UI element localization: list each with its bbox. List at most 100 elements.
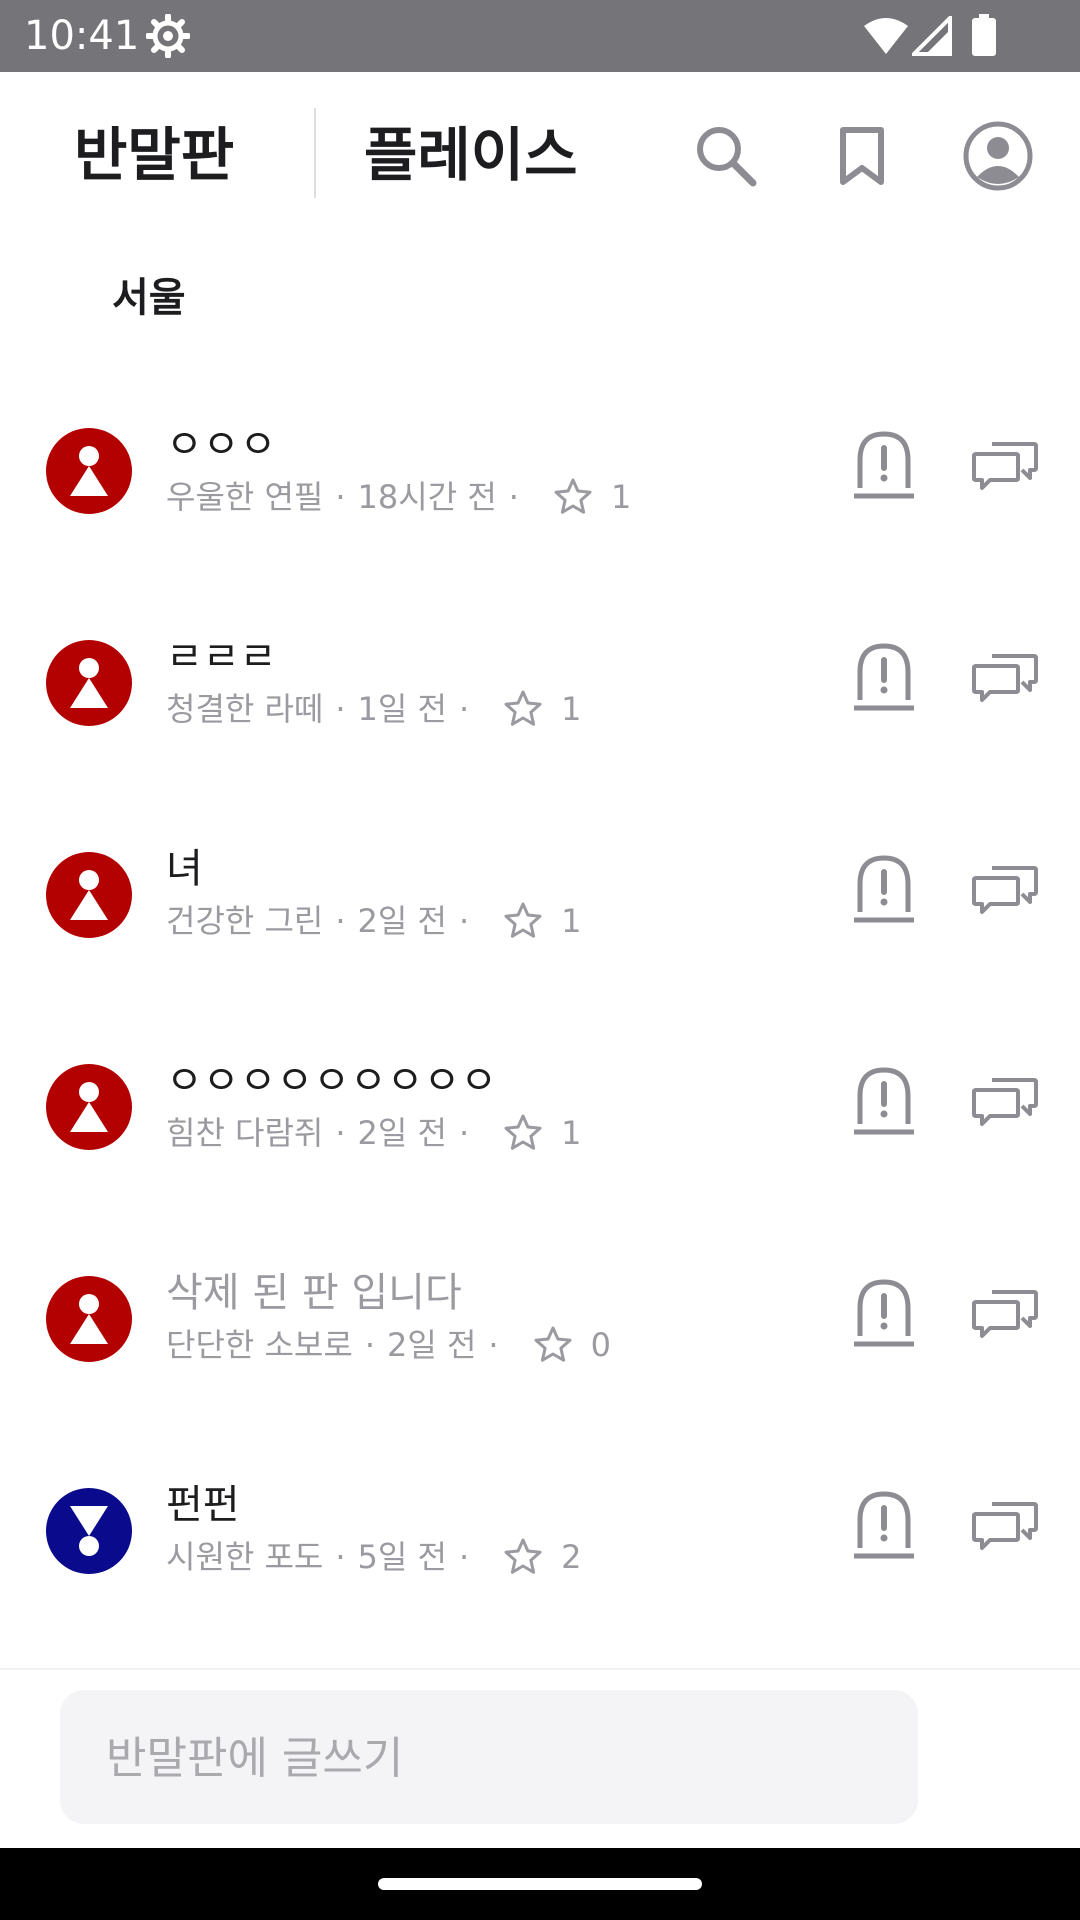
post-meta: 우울한 연필 · 18시간 전 · 1 [166, 472, 631, 522]
search-button[interactable] [690, 120, 762, 192]
post-item[interactable]: 삭제 된 판 입니다 단단한 소보로 · 2일 전 · 0 [0, 1240, 1080, 1452]
report-siren-icon [854, 1279, 914, 1347]
system-nav-bar [0, 1848, 1080, 1920]
chat-bubbles-icon [972, 654, 1038, 702]
star-icon [504, 690, 542, 726]
search-icon [697, 127, 757, 187]
post-time: 2일 전 [357, 1114, 447, 1152]
tab-place[interactable]: 플레이스 [364, 120, 577, 190]
meta-separator: · [458, 690, 470, 728]
post-author: 힘찬 다람쥐 [166, 1114, 324, 1152]
chat-bubbles-icon [972, 1078, 1038, 1126]
report-siren-icon [854, 643, 914, 711]
avatar[interactable] [46, 1276, 132, 1362]
avatar-up-icon [46, 640, 132, 726]
comment-button[interactable] [970, 646, 1040, 706]
meta-separator: · [458, 902, 470, 940]
post-meta: 건강한 그린 · 2일 전 · 1 [166, 896, 582, 946]
post-time: 18시간 전 [357, 478, 497, 516]
avatar-up-icon [46, 852, 132, 938]
chat-bubbles-icon [972, 442, 1038, 490]
report-button[interactable] [852, 1486, 916, 1562]
chat-bubbles-icon [972, 1290, 1038, 1338]
post-title[interactable]: ㅇㅇㅇㅇㅇㅇㅇㅇㅇ [166, 1054, 497, 1108]
post-title[interactable]: ㅇㅇㅇ [166, 418, 276, 472]
avatar-up-icon [46, 1064, 132, 1150]
star-icon [504, 1538, 542, 1574]
wifi-icon [864, 18, 908, 54]
post-author: 청결한 라떼 [166, 690, 324, 728]
tab-divider [314, 108, 316, 198]
star-icon [504, 1114, 542, 1150]
report-button[interactable] [852, 850, 916, 926]
report-siren-icon [854, 431, 914, 499]
post-time: 1일 전 [357, 690, 447, 728]
comment-button[interactable] [970, 1070, 1040, 1130]
report-siren-icon [854, 855, 914, 923]
post-item[interactable]: 펀펀 시원한 포도 · 5일 전 · 2 [0, 1452, 1080, 1664]
avatar-up-icon [46, 428, 132, 514]
home-handle[interactable] [378, 1878, 702, 1890]
compose-input[interactable] [104, 1690, 908, 1826]
meta-separator: · [488, 1326, 499, 1364]
divider [0, 1668, 1080, 1670]
post-item[interactable]: ㄹㄹㄹ 청결한 라떼 · 1일 전 · 1 [0, 604, 1080, 816]
post-title[interactable]: 녀 [166, 842, 203, 896]
post-meta: 힘찬 다람쥐 · 2일 전 · 1 [166, 1108, 582, 1158]
post-meta: 시원한 포도 · 5일 전 · 2 [166, 1532, 582, 1582]
post-author: 건강한 그린 [166, 902, 324, 940]
comment-button[interactable] [970, 858, 1040, 918]
status-time: 10:41 [24, 13, 140, 59]
avatar[interactable] [46, 1488, 132, 1574]
meta-separator: · [335, 478, 346, 516]
report-button[interactable] [852, 426, 916, 502]
star-count: 1 [561, 690, 582, 728]
profile-button[interactable] [962, 120, 1034, 192]
meta-separator: · [335, 902, 346, 940]
report-siren-icon [854, 1067, 914, 1135]
post-time: 2일 전 [357, 902, 447, 940]
tab-banmal[interactable]: 반말판 [74, 120, 234, 190]
meta-separator: · [335, 1538, 346, 1576]
avatar-down-icon [46, 1488, 132, 1574]
profile-icon [963, 121, 1033, 191]
bookmark-button[interactable] [826, 120, 898, 192]
post-meta: 청결한 라떼 · 1일 전 · 1 [166, 684, 582, 734]
star-count: 2 [561, 1538, 582, 1576]
report-button[interactable] [852, 1274, 916, 1350]
region-label: 서울 [112, 275, 186, 321]
star-icon [504, 902, 542, 938]
meta-separator: · [458, 1538, 470, 1576]
post-time: 2일 전 [386, 1326, 477, 1364]
post-item[interactable]: 녀 건강한 그린 · 2일 전 · 1 [0, 816, 1080, 1028]
post-time: 5일 전 [357, 1538, 447, 1576]
report-siren-icon [854, 1491, 914, 1559]
post-item[interactable]: ㅇㅇㅇ 우울한 연필 · 18시간 전 · 1 [0, 392, 1080, 604]
star-count: 0 [590, 1326, 611, 1364]
report-button[interactable] [852, 1062, 916, 1138]
post-title[interactable]: ㄹㄹㄹ [166, 630, 276, 684]
signal-icon [912, 16, 952, 56]
comment-button[interactable] [970, 1282, 1040, 1342]
comment-button[interactable] [970, 1494, 1040, 1554]
post-title[interactable]: 펀펀 [166, 1478, 240, 1532]
avatar[interactable] [46, 852, 132, 938]
star-count: 1 [610, 478, 632, 516]
app-header: 반말판 플레이스 [0, 72, 1080, 240]
chat-bubbles-icon [972, 866, 1038, 914]
avatar[interactable] [46, 1064, 132, 1150]
star-count: 1 [561, 1114, 582, 1152]
meta-separator: · [335, 1114, 346, 1152]
comment-button[interactable] [970, 434, 1040, 494]
avatar-up-icon [46, 1276, 132, 1362]
meta-separator: · [458, 1114, 470, 1152]
avatar[interactable] [46, 428, 132, 514]
post-author: 우울한 연필 [166, 478, 324, 516]
gear-icon [146, 14, 190, 58]
compose-box[interactable] [60, 1690, 918, 1826]
report-button[interactable] [852, 638, 916, 714]
avatar[interactable] [46, 640, 132, 726]
star-icon [554, 478, 592, 514]
post-title[interactable]: 삭제 된 판 입니다 [166, 1266, 462, 1320]
post-item[interactable]: ㅇㅇㅇㅇㅇㅇㅇㅇㅇ 힘찬 다람쥐 · 2일 전 · 1 [0, 1028, 1080, 1240]
